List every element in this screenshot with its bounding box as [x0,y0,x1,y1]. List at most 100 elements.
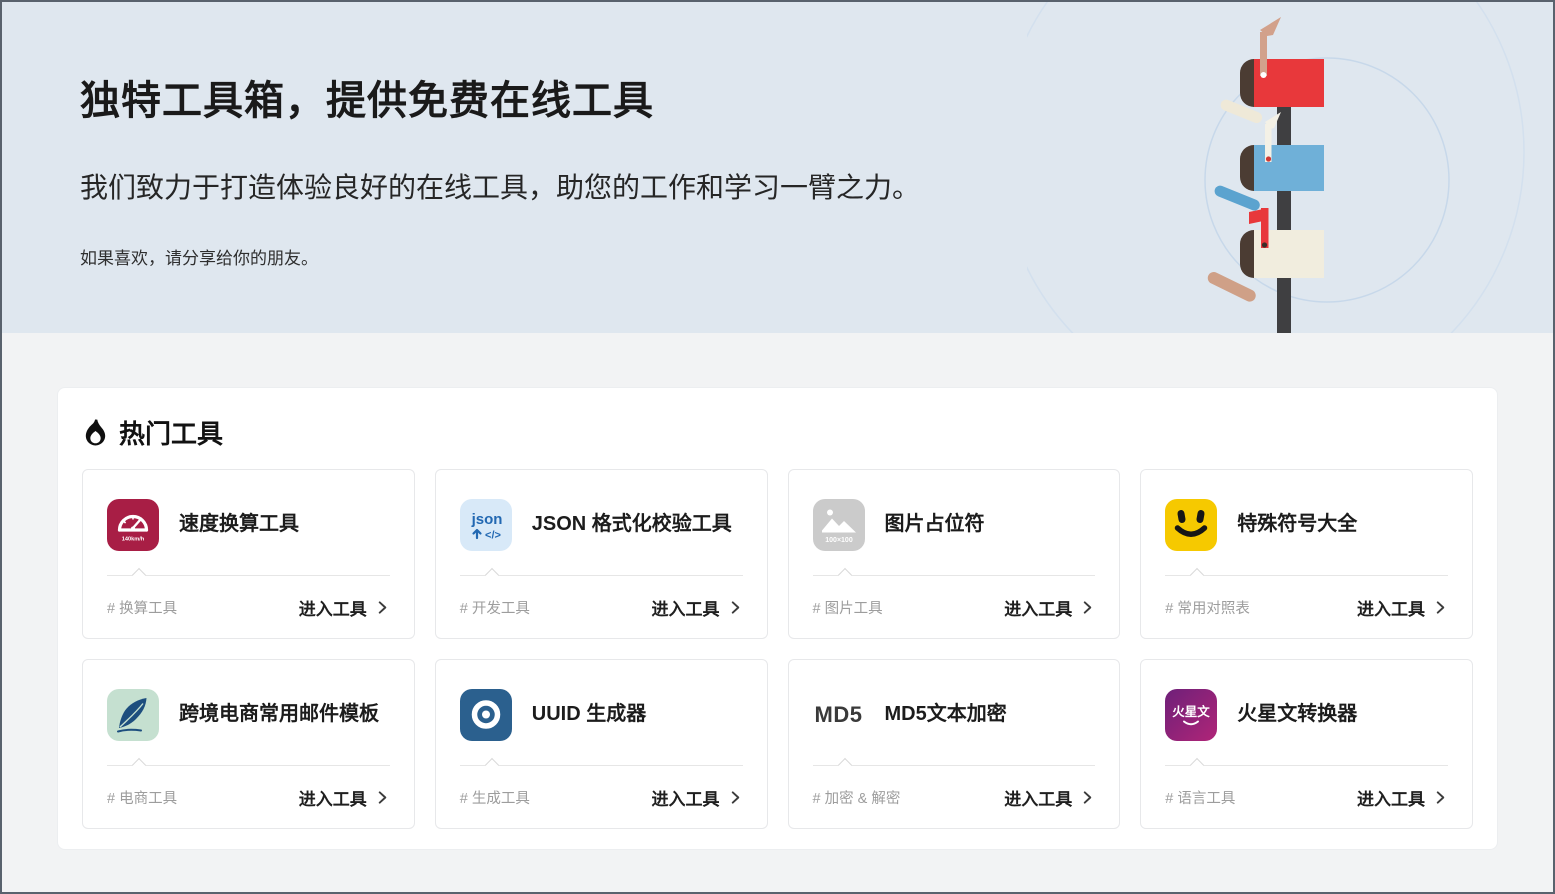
enter-tool-label: 进入工具 [299,785,367,810]
chevron-right-icon [728,790,743,805]
tool-card-title: 特殊符号大全 [1237,511,1357,538]
card-head: UUID 生成器 [436,660,767,765]
chevron-right-icon [1433,600,1448,615]
tool-card[interactable]: 特殊符号大全 # 常用对照表 进入工具 [1140,469,1473,639]
mailboxes-illustration [1027,2,1547,333]
card-footer: # 换算工具 进入工具 [83,576,414,638]
target-icon [460,689,512,741]
tool-cards-grid: 140km/h 速度换算工具 # 换算工具 进入工具 json </> JSON… [82,469,1473,829]
svg-text:140km/h: 140km/h [122,536,145,542]
card-footer: # 图片工具 进入工具 [789,576,1120,638]
tool-card-title: UUID 生成器 [532,701,646,728]
enter-tool-label: 进入工具 [299,595,367,620]
tool-card[interactable]: json </> JSON 格式化校验工具 # 开发工具 进入工具 [435,469,768,639]
tool-category-tag: # 开发工具 [460,597,530,618]
card-head: MD5 MD5文本加密 [789,660,1120,765]
card-divider [460,765,743,766]
card-divider [460,575,743,576]
martian-text-icon: 火星文 [1165,689,1217,741]
card-head: 特殊符号大全 [1141,470,1472,575]
enter-tool-link[interactable]: 进入工具 [1004,785,1095,810]
enter-tool-link[interactable]: 进入工具 [652,595,743,620]
hero-section: 独特工具箱，提供免费在线工具 我们致力于打造体验良好的在线工具，助您的工作和学习… [2,2,1553,333]
card-footer: # 开发工具 进入工具 [436,576,767,638]
tool-category-tag: # 换算工具 [107,597,177,618]
enter-tool-label: 进入工具 [652,595,720,620]
card-footer: # 生成工具 进入工具 [436,766,767,828]
flame-icon [82,419,109,446]
svg-text:火星文: 火星文 [1172,704,1210,719]
enter-tool-link[interactable]: 进入工具 [1357,595,1448,620]
card-divider [107,765,390,766]
tool-card[interactable]: 100×100 图片占位符 # 图片工具 进入工具 [788,469,1121,639]
card-footer: # 电商工具 进入工具 [83,766,414,828]
card-divider [1165,575,1448,576]
tool-card[interactable]: MD5 MD5文本加密 # 加密 & 解密 进入工具 [788,659,1121,829]
card-head: 140km/h 速度换算工具 [83,470,414,575]
enter-tool-label: 进入工具 [1357,785,1425,810]
cream-mailbox [1206,208,1324,304]
chevron-right-icon [1080,600,1095,615]
svg-text:100×100: 100×100 [825,537,853,544]
hero-title: 独特工具箱，提供免费在线工具 [80,68,920,126]
enter-tool-label: 进入工具 [652,785,720,810]
enter-tool-link[interactable]: 进入工具 [652,785,743,810]
hero-text-block: 独特工具箱，提供免费在线工具 我们致力于打造体验良好的在线工具，助您的工作和学习… [80,68,920,269]
tool-category-tag: # 常用对照表 [1165,597,1250,618]
enter-tool-link[interactable]: 进入工具 [299,595,390,620]
card-head: 跨境电商常用邮件模板 [83,660,414,765]
card-divider [107,575,390,576]
enter-tool-label: 进入工具 [1004,595,1072,620]
md5-text-icon: MD5 [813,689,865,741]
hot-tools-heading: 热门工具 [82,414,1473,451]
quill-icon [107,689,159,741]
card-head: 火星文 火星文转换器 [1141,660,1472,765]
enter-tool-link[interactable]: 进入工具 [1357,785,1448,810]
card-divider [813,575,1096,576]
chevron-right-icon [1433,790,1448,805]
tool-card-title: JSON 格式化校验工具 [532,511,732,538]
blue-mailbox [1213,112,1324,212]
tool-card[interactable]: 140km/h 速度换算工具 # 换算工具 进入工具 [82,469,415,639]
svg-text:</>: </> [485,529,501,541]
tool-card-title: 跨境电商常用邮件模板 [179,701,379,728]
enter-tool-label: 进入工具 [1357,595,1425,620]
tool-category-tag: # 生成工具 [460,787,530,808]
tool-category-tag: # 电商工具 [107,787,177,808]
mailbox-pole [1277,92,1291,333]
section-title: 热门工具 [119,414,223,451]
hot-tools-panel: 热门工具 140km/h 速度换算工具 # 换算工具 进入工具 [57,387,1498,850]
hero-share-note: 如果喜欢，请分享给你的朋友。 [80,244,920,269]
card-footer: # 常用对照表 进入工具 [1141,576,1472,638]
tool-card[interactable]: 跨境电商常用邮件模板 # 电商工具 进入工具 [82,659,415,829]
card-footer: # 加密 & 解密 进入工具 [789,766,1120,828]
enter-tool-link[interactable]: 进入工具 [1004,595,1095,620]
chevron-right-icon [728,600,743,615]
speedometer-icon: 140km/h [107,499,159,551]
card-divider [1165,765,1448,766]
enter-tool-link[interactable]: 进入工具 [299,785,390,810]
image-placeholder-icon: 100×100 [813,499,865,551]
tool-card-title: 火星文转换器 [1237,701,1357,728]
chevron-right-icon [375,600,390,615]
tool-card[interactable]: UUID 生成器 # 生成工具 进入工具 [435,659,768,829]
tool-card-title: 图片占位符 [885,511,985,538]
json-icon: json </> [460,499,512,551]
card-head: 100×100 图片占位符 [789,470,1120,575]
page: 独特工具箱，提供免费在线工具 我们致力于打造体验良好的在线工具，助您的工作和学习… [0,0,1555,894]
enter-tool-label: 进入工具 [1004,785,1072,810]
tool-category-tag: # 图片工具 [813,597,883,618]
red-mailbox [1219,17,1324,125]
chevron-right-icon [375,790,390,805]
chevron-right-icon [1080,790,1095,805]
tool-card-title: 速度换算工具 [179,511,299,538]
svg-text:json: json [470,511,502,528]
content-section: 热门工具 140km/h 速度换算工具 # 换算工具 进入工具 [2,333,1553,850]
tool-category-tag: # 加密 & 解密 [813,787,901,808]
smiley-icon [1165,499,1217,551]
tool-category-tag: # 语言工具 [1165,787,1235,808]
card-footer: # 语言工具 进入工具 [1141,766,1472,828]
hero-subtitle: 我们致力于打造体验良好的在线工具，助您的工作和学习一臂之力。 [80,166,920,206]
card-divider [813,765,1096,766]
tool-card[interactable]: 火星文 火星文转换器 # 语言工具 进入工具 [1140,659,1473,829]
